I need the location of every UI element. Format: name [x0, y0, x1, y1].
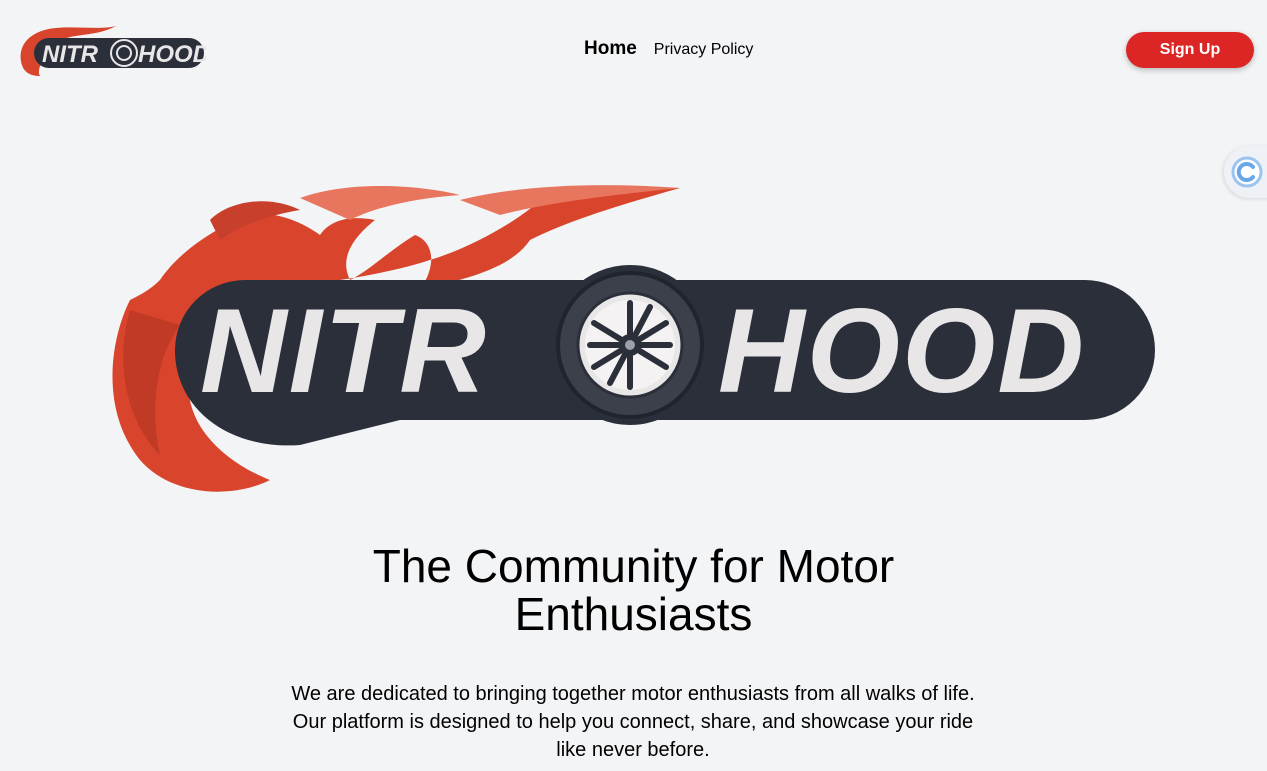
brand-logo-small[interactable]: NITR HOOD [16, 20, 206, 82]
logo-small-text-left: NITR [42, 41, 99, 68]
logo-large-text-right: HOOD [718, 284, 1086, 418]
tire-icon [550, 265, 710, 425]
c-circle-icon [1231, 156, 1263, 188]
nav-link-home[interactable]: Home [584, 38, 637, 60]
sign-up-button[interactable]: Sign Up [1126, 32, 1254, 68]
hero-headline: The Community for Motor Enthusiasts [372, 540, 895, 640]
side-widget[interactable] [1224, 146, 1267, 198]
logo-small-text-right: HOOD [138, 41, 206, 68]
brand-logo-large: NITR HOOD [112, 185, 1155, 492]
nav-link-privacy-policy[interactable]: Privacy Policy [654, 41, 754, 59]
hero-description: We are dedicated to bringing together mo… [291, 683, 975, 761]
page: NITR HOOD Home Privacy Policy Sign Up NI… [0, 0, 1267, 771]
header: NITR HOOD Home Privacy Policy Sign Up [0, 0, 1267, 100]
main-nav: Home Privacy Policy [584, 38, 753, 60]
logo-large-text-left: NITR [200, 284, 488, 418]
